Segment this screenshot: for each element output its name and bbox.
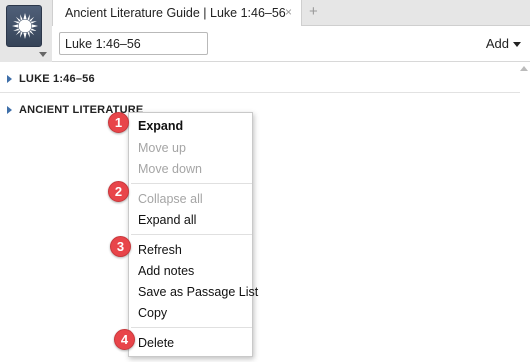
tab-title: Ancient Literature Guide | Luke 1:46–56 [65, 6, 286, 20]
add-button[interactable]: Add [486, 36, 521, 51]
toolbar: Add [0, 26, 530, 62]
callout-badge-4: 4 [114, 329, 135, 350]
chevron-down-icon [513, 42, 521, 48]
menu-item-add-notes[interactable]: Add notes [138, 264, 194, 278]
menu-item-copy[interactable]: Copy [138, 306, 167, 320]
callout-badge-1: 1 [108, 112, 129, 133]
menu-item-collapse-all: Collapse all [138, 192, 203, 206]
new-tab-button[interactable]: + [309, 3, 318, 20]
menu-separator [131, 234, 252, 235]
close-icon[interactable]: × [285, 5, 292, 19]
context-menu: Expand Move up Move down Collapse all Ex… [128, 112, 258, 357]
section-ancient-literature[interactable]: ANCIENT LITERATURE [0, 98, 520, 124]
app-logo-menu[interactable] [0, 0, 52, 62]
reference-input[interactable] [59, 32, 208, 55]
scroll-up-icon[interactable] [520, 66, 528, 71]
menu-item-move-up: Move up [138, 141, 186, 155]
menu-item-save-as-passage-list[interactable]: Save as Passage List [138, 285, 258, 299]
section-heading: LUKE 1:46–56 [19, 73, 95, 85]
sunburst-logo-icon[interactable] [6, 5, 42, 47]
menu-separator [131, 183, 252, 184]
divider [0, 92, 520, 93]
callout-badge-3: 3 [110, 236, 131, 257]
triangle-right-icon[interactable] [7, 75, 12, 83]
menu-separator [131, 327, 252, 328]
callout-badge-2: 2 [108, 181, 129, 202]
guide-content: LUKE 1:46–56 ANCIENT LITERATURE [0, 63, 530, 362]
menu-item-refresh[interactable]: Refresh [138, 243, 182, 257]
menu-item-delete[interactable]: Delete [138, 336, 174, 350]
menu-item-expand-all[interactable]: Expand all [138, 213, 196, 227]
triangle-right-icon[interactable] [7, 106, 12, 114]
add-label: Add [485, 36, 509, 51]
tab-ancient-literature-guide[interactable]: Ancient Literature Guide | Luke 1:46–56 … [52, 0, 302, 27]
menu-item-expand[interactable]: Expand [138, 119, 183, 133]
chevron-down-icon[interactable] [39, 52, 47, 57]
section-luke[interactable]: LUKE 1:46–56 [0, 67, 520, 93]
menu-item-move-down: Move down [138, 162, 202, 176]
